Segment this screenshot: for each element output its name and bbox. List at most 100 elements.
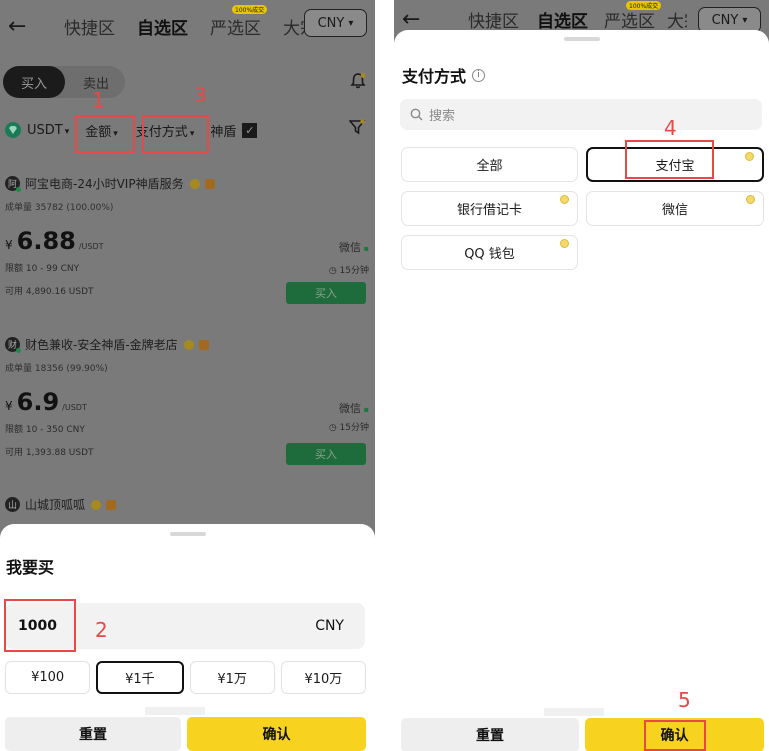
blur-patch: [145, 707, 205, 715]
search-input[interactable]: 搜索: [400, 99, 762, 130]
payment-time: ◷ 15分钟: [329, 420, 369, 433]
tab-bulk[interactable]: 大宗: [283, 14, 305, 39]
payment-method: 微信 ▪: [339, 400, 369, 416]
search-icon: [410, 108, 423, 121]
coin-icon: [560, 239, 569, 248]
merchant-header: 财 财色兼收-安全神盾-金牌老店: [5, 336, 369, 353]
annotation-box-input: [4, 599, 76, 652]
tab-badge: 100%成交: [626, 0, 662, 10]
chevron-down-icon: ▾: [742, 14, 748, 26]
coin-filter[interactable]: USDT ▾: [27, 123, 69, 138]
chevron-down-icon: ▾: [64, 126, 70, 137]
buy-sell-toggle: 买入 卖出: [3, 66, 125, 98]
info-icon[interactable]: i: [472, 68, 486, 82]
shield-checkbox[interactable]: ✓: [242, 122, 258, 138]
annotation-box-alipay: [625, 140, 714, 179]
right-screen: ← 快捷区 自选区 严选区 100%成交 大宗 CNY ▾ 支付方式 i 搜索 …: [394, 0, 769, 751]
tab-selected[interactable]: 严选区 100%成交: [604, 0, 662, 32]
reset-button[interactable]: 重置: [401, 718, 579, 751]
verified-badge-icon: [91, 499, 102, 510]
funnel-filter-icon[interactable]: [348, 119, 366, 139]
shield-badge-icon: [198, 339, 209, 350]
tab-bulk[interactable]: 大宗: [667, 7, 687, 32]
back-arrow-icon[interactable]: ←: [402, 7, 436, 32]
divider: [375, 0, 394, 751]
clock-icon: ◷: [328, 423, 340, 433]
merchant-card: 阿 阿宝电商-24小时VIP神盾服务 成单量 35782 (100.00%) ¥…: [5, 175, 369, 310]
online-dot-icon: [16, 187, 21, 192]
online-dot-icon: [16, 348, 21, 353]
notification-bell-icon[interactable]: [349, 72, 367, 94]
tab-selected-label: 严选区: [210, 18, 261, 39]
annotation-number: 4: [664, 116, 677, 140]
left-screen: ← 快捷区 自选区 严选区 100%成交 大宗 CNY ▾ 买入 卖出 USDT…: [0, 0, 375, 751]
merchant-card: 财 财色兼收-安全神盾-金牌老店 成单量 18356 (99.90%) ¥ 6.…: [5, 336, 369, 471]
order-count: 成单量 35782 (100.00%): [5, 203, 114, 213]
currency-symbol: ¥: [5, 238, 13, 252]
merchant-header: 山 山城顶呱呱: [5, 496, 369, 513]
verified-badge-icon: [189, 178, 200, 189]
sheet-actions: 重置 确认: [5, 717, 366, 751]
merchant-name[interactable]: 财色兼收-安全神盾-金牌老店: [25, 336, 178, 353]
sheet-handle[interactable]: [563, 37, 600, 41]
merchant-name[interactable]: 阿宝电商-24小时VIP神盾服务: [25, 175, 184, 192]
currency-selector[interactable]: CNY ▾: [304, 9, 367, 37]
method-all-label: 全部: [476, 159, 503, 174]
tab-selected[interactable]: 严选区 100%成交: [210, 4, 268, 39]
preset-100k-button[interactable]: ¥10万: [280, 661, 366, 694]
shield-badge-icon: [204, 178, 215, 189]
payment-time-label: 15分钟: [339, 423, 369, 433]
annotation-box-confirm: [644, 720, 706, 751]
sheet-handle[interactable]: [169, 532, 206, 536]
annotation-box-payment: [142, 115, 209, 153]
price-value: 6.9: [16, 388, 60, 416]
merchant-card: 山 山城顶呱呱: [5, 496, 369, 520]
method-qqwallet-button[interactable]: QQ 钱包: [401, 235, 578, 270]
search-placeholder: 搜索: [429, 109, 456, 124]
back-arrow-icon[interactable]: ←: [8, 14, 42, 39]
method-wechat-button[interactable]: 微信: [586, 191, 764, 226]
merchant-name[interactable]: 山城顶呱呱: [25, 496, 85, 513]
reset-button[interactable]: 重置: [5, 717, 181, 751]
buy-toggle-button[interactable]: 买入: [3, 66, 65, 98]
merchant-header: 阿 阿宝电商-24小时VIP神盾服务: [5, 175, 369, 192]
price-row: ¥ 6.88 /USDT: [5, 227, 369, 255]
confirm-button[interactable]: 确认: [187, 717, 366, 751]
usdt-gem-icon: [5, 122, 21, 138]
annotation-number: 2: [95, 618, 108, 642]
method-bankcard-label: 银行借记卡: [456, 203, 522, 218]
coin-filter-label: USDT: [27, 122, 63, 138]
payment-method: 微信 ▪: [339, 239, 369, 255]
tab-quick[interactable]: 快捷区: [64, 14, 115, 39]
shield-badge-icon: [106, 499, 117, 510]
preset-amounts: ¥100 ¥1千 ¥1万 ¥10万: [5, 661, 366, 694]
annotation-box-amount: [75, 115, 135, 153]
order-count: 成单量 18356 (99.90%): [5, 364, 108, 374]
amount-currency: CNY: [315, 618, 344, 634]
payment-method-label: 微信: [339, 241, 362, 254]
avatar-letter: 山: [7, 501, 17, 511]
payment-time-label: 15分钟: [339, 266, 369, 276]
currency-symbol: ¥: [5, 399, 13, 413]
tab-custom[interactable]: 自选区: [537, 7, 588, 32]
buy-button[interactable]: 买入: [286, 443, 366, 465]
preset-1k-button[interactable]: ¥1千: [96, 661, 184, 694]
payment-method-label: 微信: [339, 402, 362, 415]
payment-title: 支付方式 i: [402, 63, 486, 87]
buy-button[interactable]: 买入: [286, 282, 366, 304]
avatar: 财: [5, 337, 21, 353]
price-row: ¥ 6.9 /USDT: [5, 388, 369, 416]
annotation-number: 3: [194, 83, 207, 107]
tab-custom[interactable]: 自选区: [137, 14, 188, 39]
blur-patch: [544, 708, 604, 716]
preset-100-button[interactable]: ¥100: [5, 661, 91, 694]
payment-title-label: 支付方式: [402, 67, 467, 86]
limit-text: 限额 10 - 350 CNY: [5, 425, 85, 435]
annotation-number: 1: [92, 88, 105, 112]
sheet-title: 我要买: [6, 558, 55, 577]
preset-10k-button[interactable]: ¥1万: [189, 661, 275, 694]
method-bankcard-button[interactable]: 银行借记卡: [401, 191, 578, 226]
tab-quick[interactable]: 快捷区: [468, 7, 519, 32]
clock-icon: ◷: [328, 266, 340, 276]
method-all-button[interactable]: 全部: [401, 147, 578, 182]
